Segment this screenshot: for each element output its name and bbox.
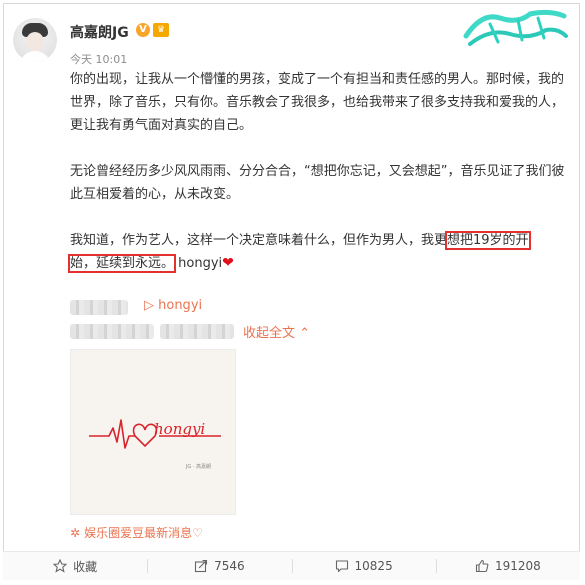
post-paragraph-3-start: 我知道，作为艺人，这样一个决定意味着什么，但作为男人，我更 <box>70 233 448 248</box>
post-timestamp[interactable]: 今天 10:01 <box>70 51 127 67</box>
hongyi-link[interactable]: ▷ hongyi <box>144 298 202 313</box>
heart-icon: ❤ <box>222 255 234 271</box>
source-tag[interactable]: ✲ 娱乐圈爱豆最新消息♡ <box>70 524 203 541</box>
thumbs-up-icon <box>475 559 489 573</box>
image-caption: JG · 高嘉朗 <box>185 464 211 470</box>
heartbeat-hongyi-graphic: hongyi <box>89 419 221 449</box>
verified-icon: V <box>136 23 150 37</box>
avatar[interactable] <box>13 18 57 62</box>
highlighted-text-2: 始，延续到永远。 <box>67 254 177 273</box>
image-word: hongyi <box>154 420 205 438</box>
like-count: 191208 <box>494 559 541 573</box>
share-count: 7546 <box>214 559 245 573</box>
post-paragraph-2: 无论曾经经历多少风风雨雨、分分合合，“想把你忘记，又会想起”，音乐见证了我们彼此… <box>70 164 565 202</box>
like-button[interactable]: 191208 <box>435 552 580 580</box>
favorite-label: 收藏 <box>73 559 98 574</box>
source-tag-text: 娱乐圈爱豆最新消息♡ <box>84 526 203 540</box>
username[interactable]: 高嘉朗JG <box>70 22 129 42</box>
flower-icon: ✲ <box>70 526 81 540</box>
star-icon <box>53 559 68 573</box>
blurred-text <box>70 300 128 315</box>
collapse-full-text-link[interactable]: 收起全文 ⌃ <box>243 322 310 341</box>
avatar-face <box>26 32 44 52</box>
comment-count: 10825 <box>354 559 393 573</box>
favorite-button[interactable]: 收藏 <box>3 552 147 580</box>
comment-button[interactable]: 10825 <box>291 552 436 580</box>
post-paragraph-3-tail: hongyi <box>178 256 223 271</box>
post-image[interactable]: hongyi JG · 高嘉朗 <box>70 349 236 515</box>
blurred-text <box>70 324 154 339</box>
comment-icon <box>335 560 348 573</box>
crown-badge-icon: ♛ <box>153 23 169 37</box>
post-paragraph-1: 你的出现，让我从一个懵懂的男孩，变成了一个有担当和责任感的男人。那时候，我的世界… <box>70 72 565 133</box>
action-bar: 收藏 7546 10825 191208 <box>3 551 580 580</box>
brand-logo-icon <box>463 9 568 46</box>
share-button[interactable]: 7546 <box>147 552 291 580</box>
share-icon <box>195 559 208 573</box>
highlighted-text-1: 想把19岁的开 <box>445 231 531 250</box>
avatar-shirt <box>19 51 51 62</box>
blurred-text <box>160 324 234 339</box>
post-body: 你的出现，让我从一个懵懂的男孩，变成了一个有担当和责任感的男人。那时候，我的世界… <box>67 68 570 275</box>
post-paragraph-3: 我知道，作为艺人，这样一个决定意味着什么，但作为男人，我更想把19岁的开始，延续… <box>67 229 570 275</box>
